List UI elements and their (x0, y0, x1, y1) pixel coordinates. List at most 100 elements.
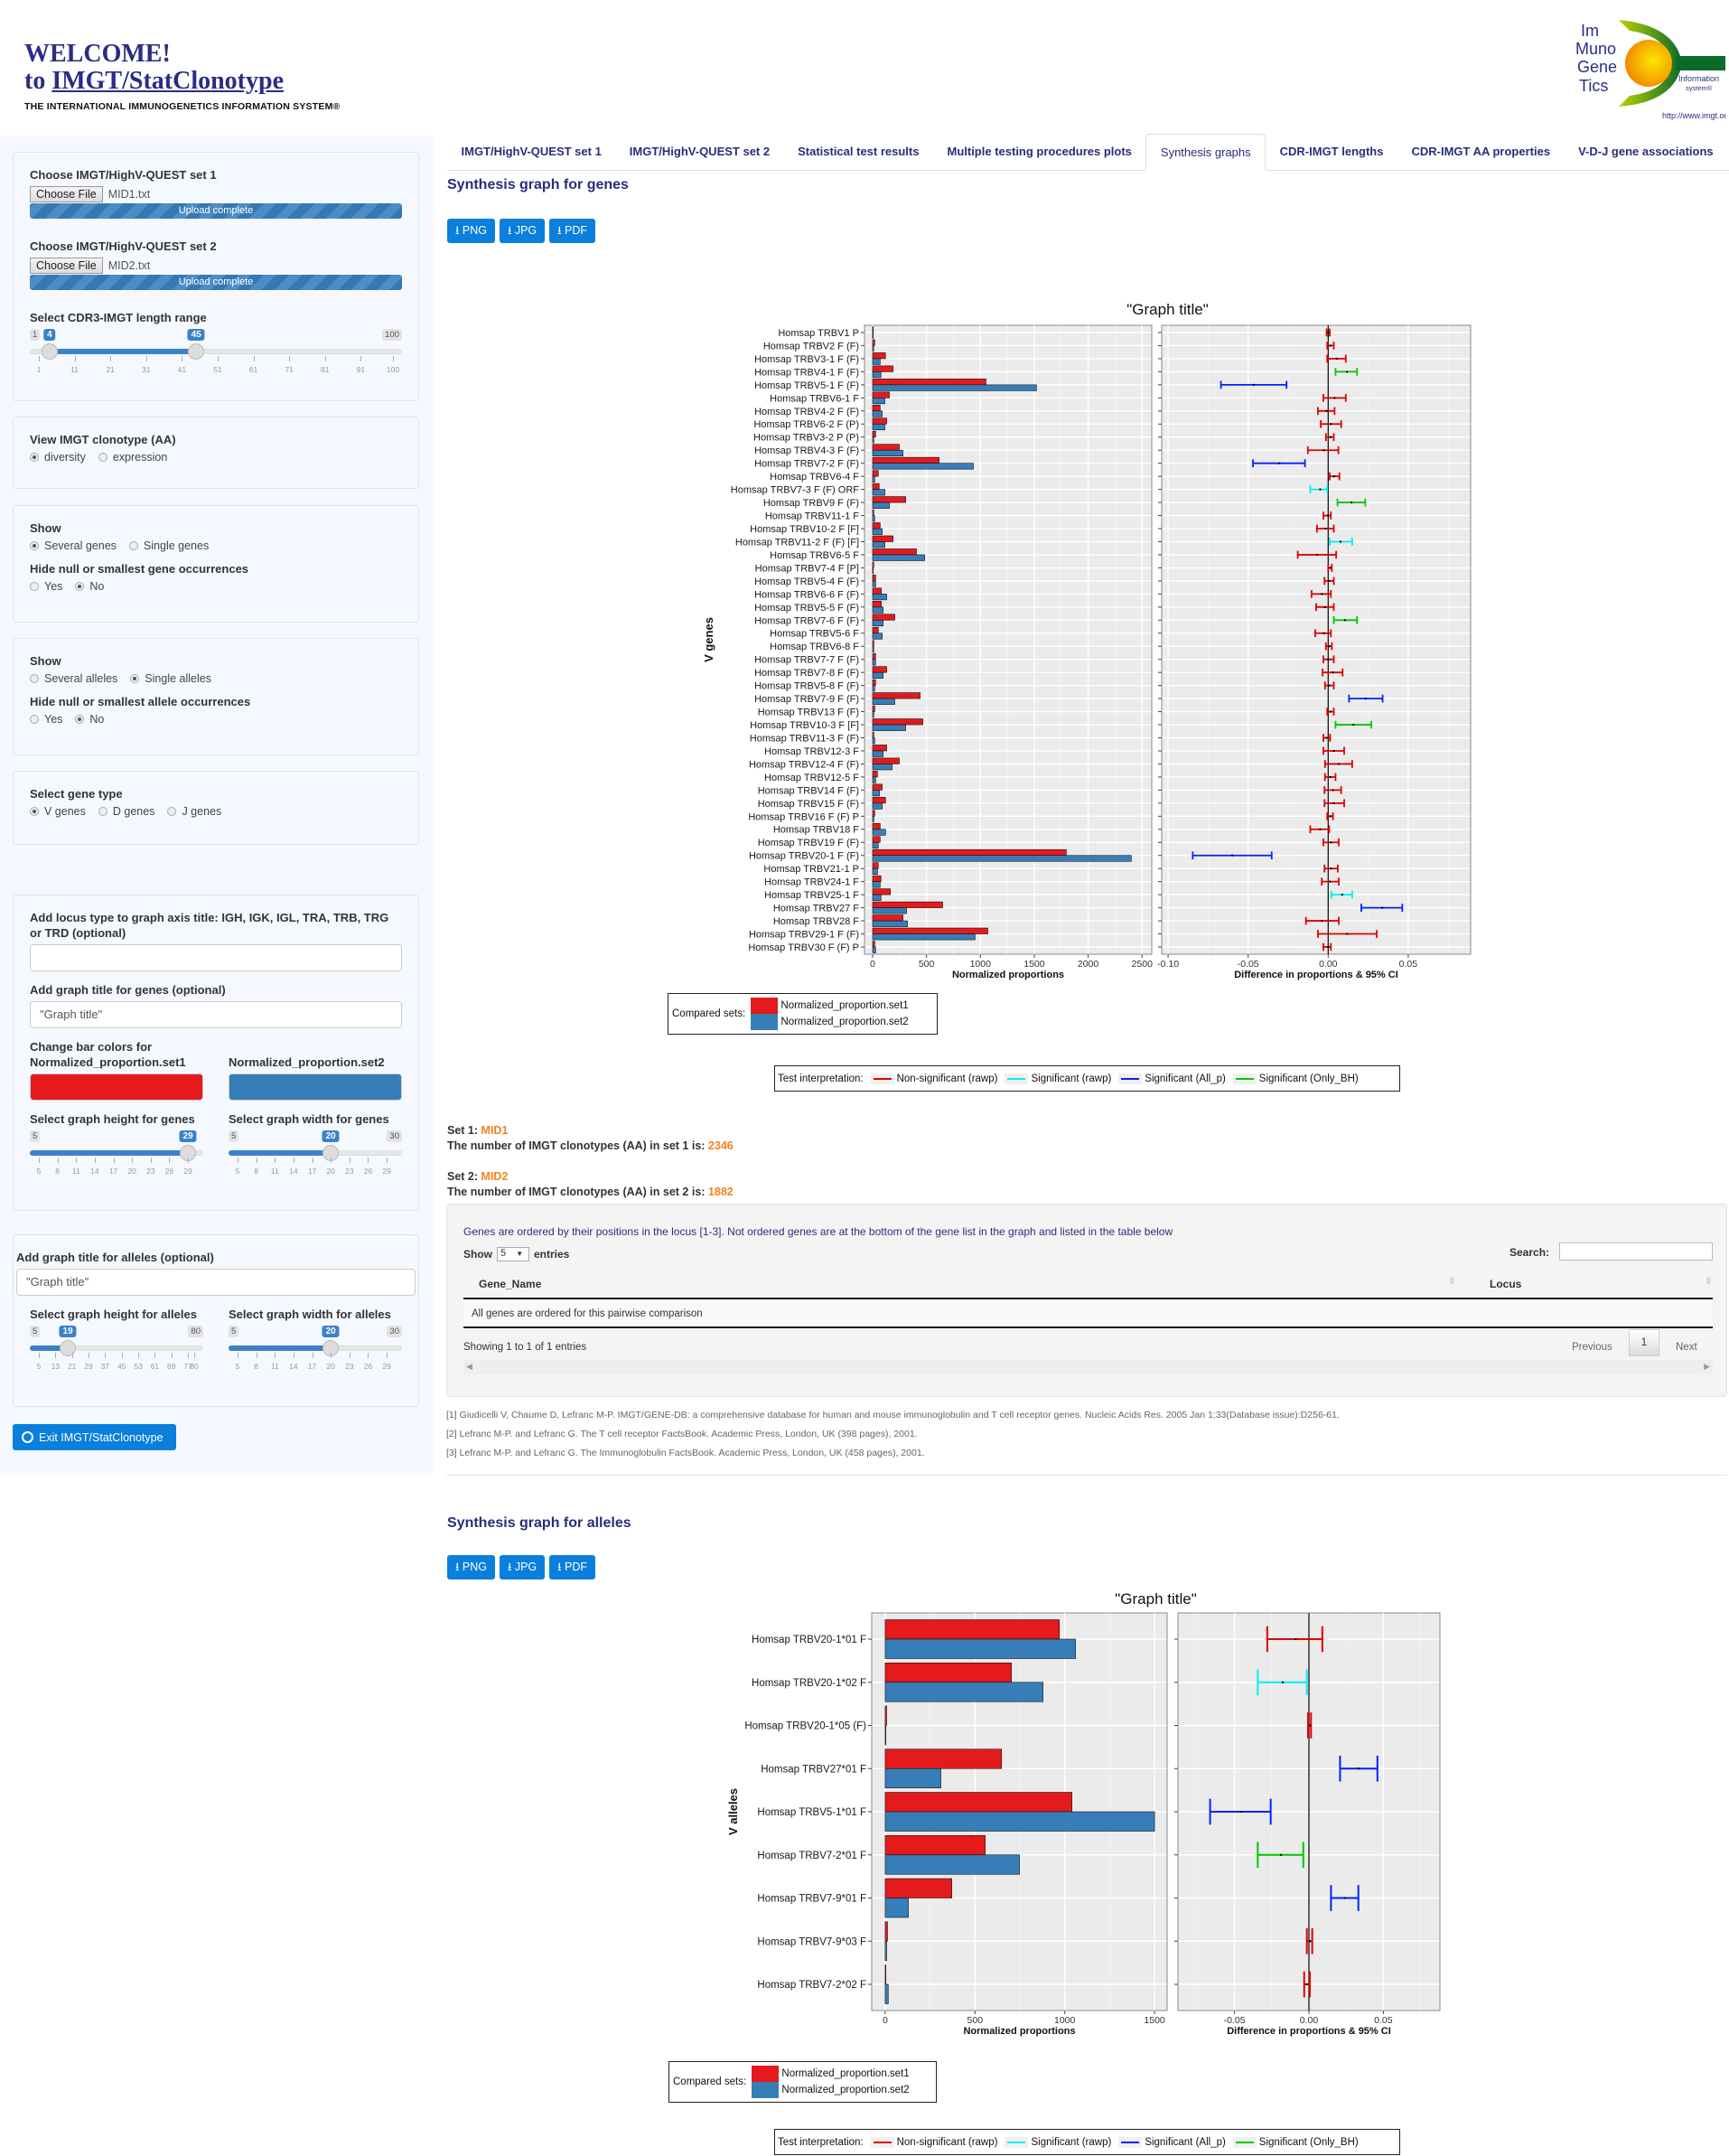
gene-height-slider[interactable]: 5 29 5 8 11 14 17 20 23 26 29 (30, 1130, 203, 1186)
slider-tick-label: 8 (254, 1167, 258, 1176)
exit-button[interactable]: Exit IMGT/StatClonotype (13, 1424, 176, 1450)
tab-cdr-imgt-lengths[interactable]: CDR-IMGT lengths (1266, 134, 1397, 170)
radio-v-genes[interactable]: V genes (30, 805, 86, 818)
slider-handle[interactable] (60, 1340, 77, 1356)
bar-set1 (872, 326, 874, 333)
radio-several-genes[interactable]: Several genes (30, 539, 117, 552)
slider-tick-label: 11 (270, 1362, 279, 1371)
horizontal-scrollbar[interactable]: ◀ ▶ (463, 1360, 1713, 1374)
download-pdf-button[interactable]: ⭳ PDF (549, 219, 595, 243)
radio-no[interactable]: No (75, 713, 104, 726)
column-gene-name[interactable]: Gene_Name (479, 1278, 541, 1290)
tab-statistical-test-results[interactable]: Statistical test results (784, 134, 933, 170)
radio-yes[interactable]: Yes (30, 580, 62, 593)
entries-select[interactable]: 5 ▼ (497, 1247, 529, 1261)
radio-diversity[interactable]: diversity (30, 451, 86, 464)
point-estimate (1294, 1638, 1297, 1640)
point-estimate (1315, 553, 1318, 556)
choose-file-set1-button[interactable]: Choose File (30, 186, 103, 202)
search-input[interactable] (1559, 1242, 1713, 1261)
allele-width-slider[interactable]: 5 30 20 5 8 11 14 17 20 23 26 29 (229, 1326, 402, 1382)
slider-tick (110, 356, 112, 361)
bar-set2 (872, 436, 874, 444)
download-jpg-button[interactable]: ⭳ JPG (499, 219, 546, 243)
previous-button[interactable]: Previous (1572, 1342, 1612, 1353)
bar-set1 (872, 339, 875, 346)
slider-tick (368, 1353, 369, 1358)
slider-fill (30, 1150, 189, 1156)
slider-tick (324, 356, 326, 361)
sort-icon[interactable]: ⇕ (1705, 1277, 1712, 1287)
logo-url[interactable]: http://www.imgt.org (1662, 111, 1725, 120)
point-estimate (1346, 370, 1349, 373)
download-jpg-button[interactable]: ⭳ JPG (499, 1555, 546, 1580)
radio-single-alleles[interactable]: Single alleles (130, 672, 211, 685)
point-estimate (1308, 1724, 1311, 1727)
cdr3-range-slider[interactable]: 1 100 4 45 1 11 21 31 41 51 61 71 81 91 100 (30, 329, 402, 385)
gene-width-slider[interactable]: 5 30 20 5 8 11 14 17 20 23 26 29 (229, 1130, 402, 1186)
slider-tick-label: 20 (326, 1167, 335, 1176)
slider-tick (194, 1353, 195, 1358)
tab-imgt-highv-quest-set-1[interactable]: IMGT/HighV-QUEST set 1 (447, 134, 615, 170)
slider-tick-label: 13 (51, 1362, 61, 1371)
next-button[interactable]: Next (1676, 1342, 1697, 1353)
view-label: View IMGT clonotype (AA) (30, 433, 176, 446)
tab-cdr-imgt-aa-properties[interactable]: CDR-IMGT AA properties (1397, 134, 1565, 170)
radio-several-alleles[interactable]: Several alleles (30, 672, 117, 685)
gene-type-radio-group[interactable]: V genes D genes J genes (30, 805, 402, 818)
sort-icon[interactable]: ⇕ (1448, 1277, 1455, 1287)
radio-d-genes[interactable]: D genes (98, 805, 154, 818)
tab-multiple-testing-procedures-plots[interactable]: Multiple testing procedures plots (933, 134, 1145, 170)
set1-prefix: Set 1: (447, 1124, 479, 1137)
radio-single-genes[interactable]: Single genes (128, 539, 209, 552)
radio-no[interactable]: No (75, 580, 104, 593)
bar-set2 (872, 790, 880, 797)
radio-expression[interactable]: expression (98, 451, 167, 464)
gene-title-input[interactable]: "Graph title" (30, 1001, 402, 1028)
logo-text: Im (1581, 22, 1599, 40)
slider-tick (275, 1353, 276, 1358)
show-genes-radio-group[interactable]: Several genes Single genes (30, 539, 402, 552)
slider-tick (138, 1353, 140, 1358)
slider-handle[interactable] (41, 343, 58, 360)
slider-tick-label: 23 (146, 1167, 155, 1176)
bar-set1 (872, 587, 882, 595)
page-1-button[interactable]: 1 (1629, 1329, 1659, 1356)
color2-picker[interactable] (229, 1073, 402, 1101)
tab-synthesis-graphs[interactable]: Synthesis graphs (1145, 134, 1266, 171)
download-pdf-button[interactable]: ⭳ PDF (549, 1555, 595, 1580)
point-estimate (1358, 1767, 1360, 1770)
tab-v-d-j-gene-associations[interactable]: V-D-J gene associations (1565, 134, 1728, 170)
locus-input[interactable] (30, 944, 402, 971)
page-length-control: Show 5 ▼ entries (463, 1247, 569, 1261)
category-label: Homsap TRBV7-4 F [P] (755, 563, 859, 574)
allele-title-input[interactable]: "Graph title" (16, 1269, 416, 1296)
category-label: Homsap TRBV11-1 F (765, 511, 859, 522)
point-estimate (1323, 605, 1326, 608)
slider-fill (229, 1150, 332, 1156)
slider-handle[interactable] (188, 343, 205, 360)
set1-swatch (752, 2066, 780, 2082)
hide-gene-radio-group[interactable]: Yes No (30, 580, 402, 593)
radio-label: diversity (44, 451, 86, 464)
allele-height-slider[interactable]: 5 80 19 5 13 21 29 37 45 53 61 69 77 80 (30, 1326, 203, 1382)
category-label: Homsap TRBV20-1*01 F (752, 1635, 866, 1645)
slider-tick (55, 1353, 57, 1358)
app-link[interactable]: IMGT/StatClonotype (51, 67, 284, 95)
bar-set1 (872, 365, 893, 372)
hide-allele-radio-group[interactable]: Yes No (30, 713, 402, 726)
point-estimate (1330, 841, 1332, 844)
radio-yes[interactable]: Yes (30, 713, 62, 726)
imgt-logo[interactable]: Im Muno Gene Tics Information system® ht… (1563, 16, 1725, 125)
radio-j-genes[interactable]: J genes (167, 805, 221, 818)
download-png-button[interactable]: ⭳ PNG (447, 219, 495, 243)
show-alleles-radio-group[interactable]: Several alleles Single alleles (30, 672, 402, 685)
column-locus[interactable]: Locus (1490, 1278, 1521, 1290)
color1-picker[interactable] (30, 1073, 203, 1101)
view-radio-group[interactable]: diversity expression (30, 451, 402, 464)
download-png-button[interactable]: ⭳ PNG (447, 1555, 495, 1580)
choose-file-set2-button[interactable]: Choose File (30, 258, 103, 274)
point-estimate (1327, 332, 1330, 333)
tab-imgt-highv-quest-set-2[interactable]: IMGT/HighV-QUEST set 2 (615, 134, 783, 170)
category-label: Homsap TRBV27*01 F (761, 1764, 866, 1775)
